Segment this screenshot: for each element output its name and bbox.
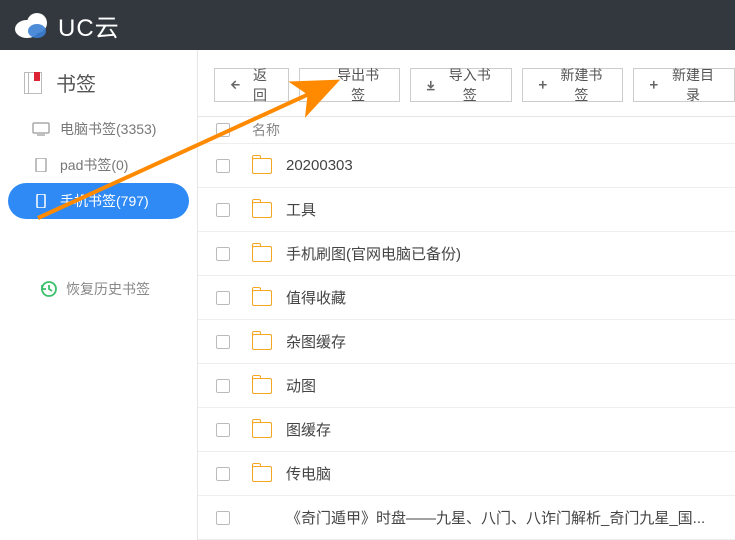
cloud-logo-icon [14, 11, 50, 39]
sidebar-item-label: pad书签(0) [60, 155, 128, 175]
row-name: 图缓存 [286, 419, 331, 440]
list-row[interactable]: 工具 [198, 188, 735, 232]
bookmark-icon [24, 72, 46, 94]
row-name: 手机刷图(官网电脑已备份) [286, 243, 461, 264]
row-checkbox[interactable] [216, 467, 230, 481]
folder-icon [252, 466, 272, 482]
row-checkbox[interactable] [216, 423, 230, 437]
sidebar-item-label: 电脑书签(3353) [60, 119, 156, 139]
tablet-icon [32, 158, 50, 172]
row-name: 传电脑 [286, 463, 331, 484]
list-row[interactable]: 《奇门遁甲》时盘——九星、八门、八诈门解析_奇门九星_国... [198, 496, 735, 540]
list-row[interactable]: 图缓存 [198, 408, 735, 452]
sidebar-item-phone-bookmarks[interactable]: 手机书签(797) [8, 183, 189, 219]
list-row[interactable]: 值得收藏 [198, 276, 735, 320]
row-checkbox[interactable] [216, 291, 230, 305]
button-label: 新建目录 [666, 65, 720, 105]
desktop-icon [32, 122, 50, 136]
button-label: 返回 [247, 65, 274, 105]
row-name: 《奇门遁甲》时盘——九星、八门、八诈门解析_奇门九星_国... [286, 507, 705, 528]
row-checkbox[interactable] [216, 335, 230, 349]
app-header: UC云 [0, 0, 735, 50]
row-name: 动图 [286, 375, 316, 396]
back-button[interactable]: 返回 [214, 68, 289, 102]
upload-icon [314, 79, 326, 91]
sidebar: 书签 电脑书签(3353) pad书签(0) 手机书签(797) 恢 [0, 50, 198, 540]
list-row[interactable]: 动图 [198, 364, 735, 408]
plus-icon [648, 79, 660, 91]
list-row[interactable]: 杂图缓存 [198, 320, 735, 364]
list-row[interactable]: 传电脑 [198, 452, 735, 496]
list-row[interactable]: 20200303 [198, 144, 735, 188]
folder-icon [252, 334, 272, 350]
toolbar: 返回 导出书签 导入书签 新建书签 [198, 50, 735, 117]
new-bookmark-button[interactable]: 新建书签 [522, 68, 624, 102]
row-name: 工具 [286, 199, 316, 220]
row-name: 杂图缓存 [286, 331, 346, 352]
folder-icon [252, 246, 272, 262]
back-arrow-icon [229, 79, 241, 91]
sidebar-title: 书签 [0, 64, 197, 111]
main-panel: 返回 导出书签 导入书签 新建书签 [198, 50, 735, 540]
button-label: 导入书签 [443, 65, 497, 105]
list-header: 名称 [198, 117, 735, 144]
export-bookmarks-button[interactable]: 导出书签 [299, 68, 401, 102]
row-checkbox[interactable] [216, 159, 230, 173]
folder-icon [252, 202, 272, 218]
row-checkbox[interactable] [216, 379, 230, 393]
restore-history-link[interactable]: 恢复历史书签 [0, 279, 197, 299]
folder-icon [252, 422, 272, 438]
row-checkbox[interactable] [216, 203, 230, 217]
import-bookmarks-button[interactable]: 导入书签 [410, 68, 512, 102]
folder-icon [252, 158, 272, 174]
row-name: 20200303 [286, 157, 353, 174]
row-checkbox[interactable] [216, 511, 230, 525]
select-all-checkbox[interactable] [216, 123, 230, 137]
restore-history-icon [38, 279, 58, 299]
button-label: 导出书签 [331, 65, 385, 105]
app-name: UC云 [58, 8, 120, 43]
sidebar-item-label: 手机书签(797) [60, 191, 149, 211]
list-row[interactable]: 手机刷图(官网电脑已备份) [198, 232, 735, 276]
sidebar-item-pad-bookmarks[interactable]: pad书签(0) [0, 147, 197, 183]
phone-icon [32, 194, 50, 208]
row-checkbox[interactable] [216, 247, 230, 261]
download-icon [425, 79, 437, 91]
row-name: 值得收藏 [286, 287, 346, 308]
bookmark-list: 20200303 工具手机刷图(官网电脑已备份) 值得收藏杂图缓存动图图缓存传电脑《… [198, 144, 735, 540]
button-label: 新建书签 [554, 65, 608, 105]
folder-icon [252, 290, 272, 306]
folder-icon [252, 378, 272, 394]
plus-icon [537, 79, 549, 91]
restore-history-label: 恢复历史书签 [66, 279, 150, 299]
column-header-name: 名称 [252, 120, 280, 140]
sidebar-item-desktop-bookmarks[interactable]: 电脑书签(3353) [0, 111, 197, 147]
new-folder-button[interactable]: 新建目录 [633, 68, 735, 102]
sidebar-title-text: 书签 [56, 68, 96, 97]
